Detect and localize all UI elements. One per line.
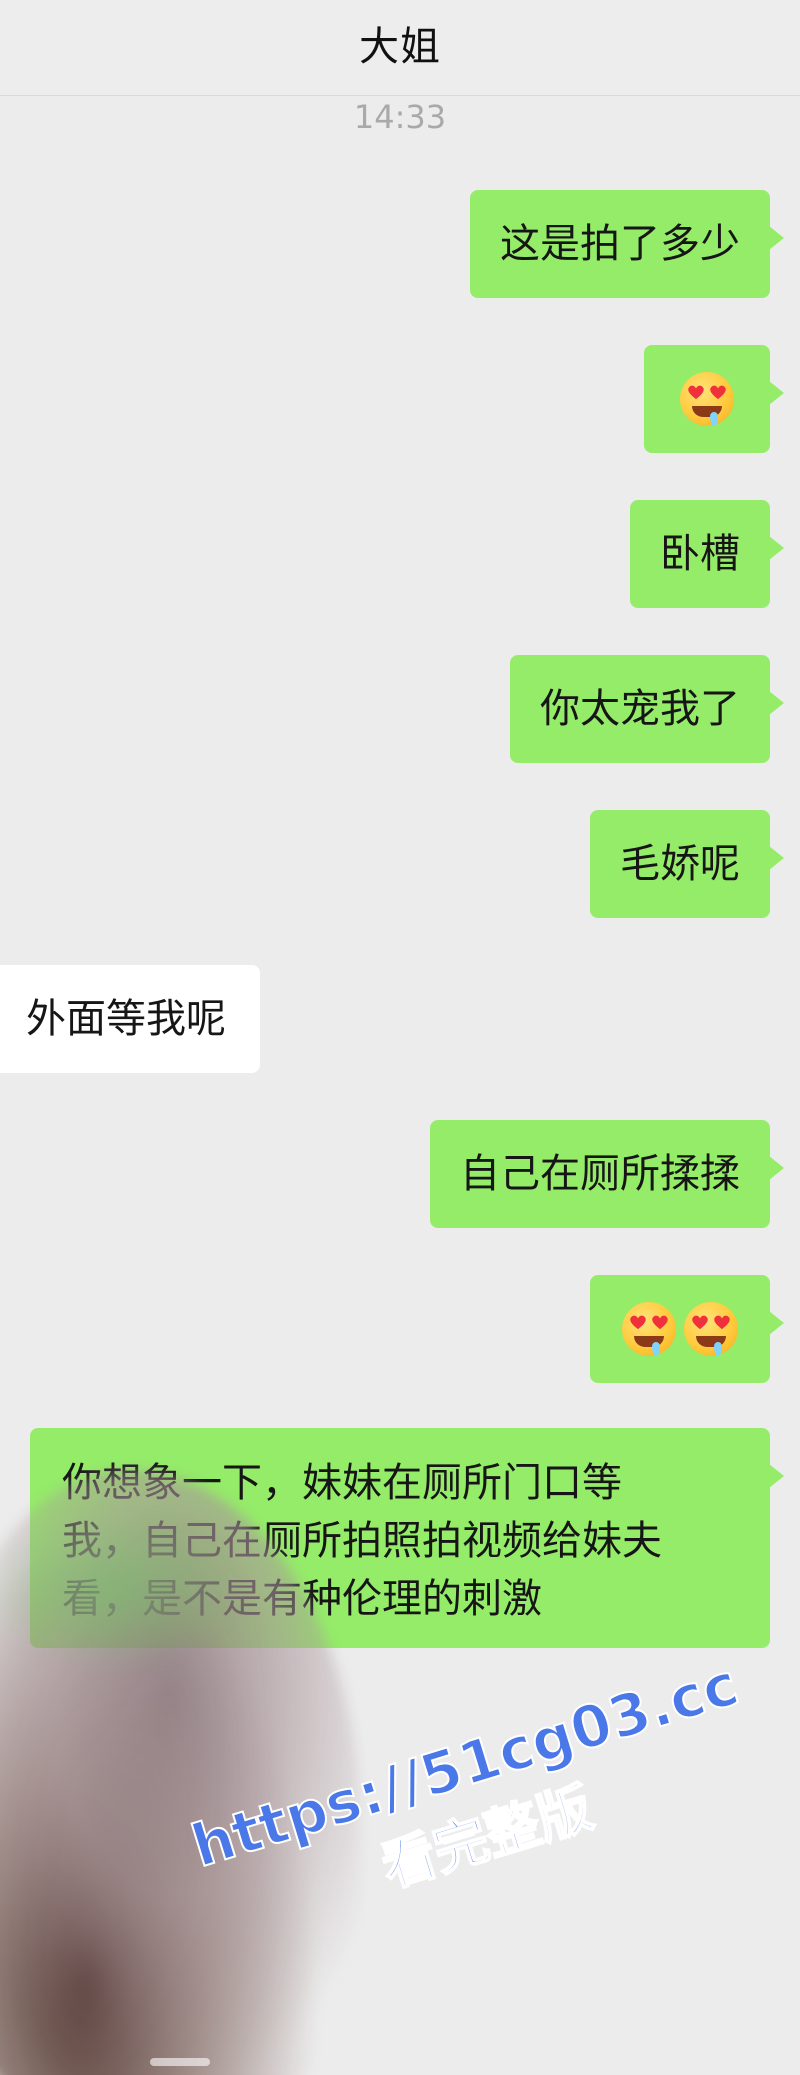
- message-bubble-sent[interactable]: 自己在厕所揉揉: [430, 1120, 784, 1228]
- heart-eyes-drooling-emoji-icon: [684, 1302, 738, 1356]
- chat-header: 大姐: [0, 0, 800, 96]
- heart-eyes-drooling-emoji-icon: [622, 1302, 676, 1356]
- home-indicator: [150, 2058, 210, 2066]
- chat-screen: 大姐 14:33 这是拍了多少 卧槽 你太宠我了 毛娇呢 外面等我呢 自己在厕所…: [0, 0, 800, 2075]
- message-text: 外面等我呢: [26, 996, 226, 1042]
- message-timestamp: 14:33: [353, 98, 447, 136]
- blurred-photo-highlight: [0, 1510, 240, 1670]
- message-bubble-sent[interactable]: 这是拍了多少: [470, 190, 784, 298]
- message-text: 卧槽: [660, 531, 740, 577]
- message-text: 这是拍了多少: [500, 221, 740, 267]
- message-bubble-sent[interactable]: 卧槽: [630, 500, 784, 608]
- heart-eyes-drooling-emoji-icon: [680, 372, 734, 426]
- message-text: 自己在厕所揉揉: [460, 1151, 740, 1197]
- message-bubble-sent[interactable]: 你太宠我了: [510, 655, 784, 763]
- message-bubble-sent[interactable]: 毛娇呢: [590, 810, 784, 918]
- message-bubble-sent[interactable]: [590, 1275, 784, 1383]
- message-text: 毛娇呢: [620, 841, 740, 887]
- message-bubble-sent[interactable]: [644, 345, 784, 453]
- message-bubble-received[interactable]: 外面等我呢: [0, 965, 260, 1073]
- chat-title: 大姐: [359, 24, 441, 70]
- message-text: 你太宠我了: [540, 686, 740, 732]
